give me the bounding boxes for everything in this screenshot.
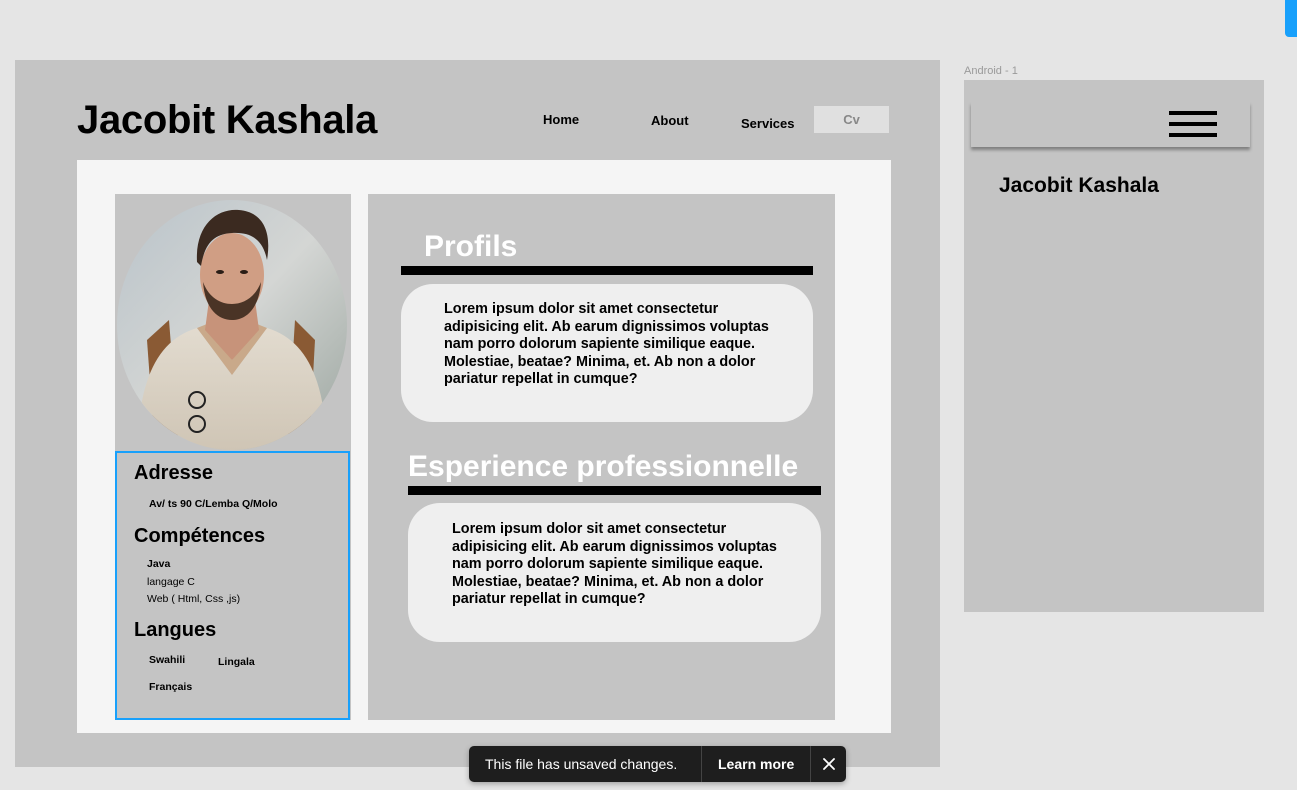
unsaved-changes-toast: This file has unsaved changes. Learn mor… — [469, 746, 846, 782]
profils-title: Profils — [424, 230, 518, 263]
profils-text: Lorem ipsum dolor sit amet consectetur a… — [444, 301, 769, 387]
experience-divider — [408, 486, 821, 495]
competence-item: Java — [147, 558, 171, 570]
android-title: Jacobit Kashala — [999, 174, 1159, 197]
langue-item: Swahili — [149, 654, 186, 666]
site-title: Jacobit Kashala — [77, 98, 378, 142]
toast-divider — [701, 746, 702, 782]
profils-divider — [401, 266, 813, 275]
profils-card: Lorem ipsum dolor sit amet consectetur a… — [401, 284, 813, 422]
toast-divider — [810, 746, 811, 782]
right-column: Profils Lorem ipsum dolor sit amet conse… — [368, 194, 835, 720]
competence-item: langage C — [147, 576, 195, 588]
content-panel: Adresse Av/ ts 90 C/Lemba Q/Molo Compéte… — [77, 160, 891, 733]
adresse-value: Av/ ts 90 C/Lemba Q/Molo — [149, 498, 278, 510]
desktop-frame[interactable]: Jacobit Kashala Home About Services Cv A… — [15, 60, 940, 767]
profile-photo — [117, 200, 347, 450]
nav-services-link[interactable]: Services — [741, 116, 795, 131]
experience-card: Lorem ipsum dolor sit amet consectetur a… — [408, 503, 821, 642]
android-frame[interactable]: Jacobit Kashala — [964, 80, 1264, 612]
left-column: Adresse Av/ ts 90 C/Lemba Q/Molo Compéte… — [115, 194, 351, 720]
langue-item: Lingala — [218, 656, 255, 668]
langue-item: Français — [149, 681, 193, 693]
competences-heading: Compétences — [134, 525, 266, 547]
android-header — [971, 102, 1250, 147]
android-frame-label[interactable]: Android - 1 — [964, 65, 1018, 77]
profile-photo-image — [117, 200, 347, 450]
close-icon[interactable] — [821, 756, 837, 772]
info-box[interactable]: Adresse Av/ ts 90 C/Lemba Q/Molo Compéte… — [115, 451, 350, 720]
hamburger-icon[interactable] — [1169, 111, 1217, 137]
toast-message: This file has unsaved changes. — [485, 756, 678, 772]
nav-home-link[interactable]: Home — [543, 112, 579, 127]
experience-title: Esperience professionnelle — [408, 450, 799, 483]
learn-more-button[interactable]: Learn more — [718, 756, 794, 772]
adresse-heading: Adresse — [134, 462, 213, 484]
nav-about-link[interactable]: About — [651, 113, 689, 128]
langues-heading: Langues — [134, 619, 217, 641]
top-right-accent — [1285, 0, 1297, 37]
experience-text: Lorem ipsum dolor sit amet consectetur a… — [452, 521, 777, 607]
competence-item: Web ( Html, Css ,js) — [147, 593, 241, 605]
nav-cv-button[interactable]: Cv — [814, 106, 889, 133]
